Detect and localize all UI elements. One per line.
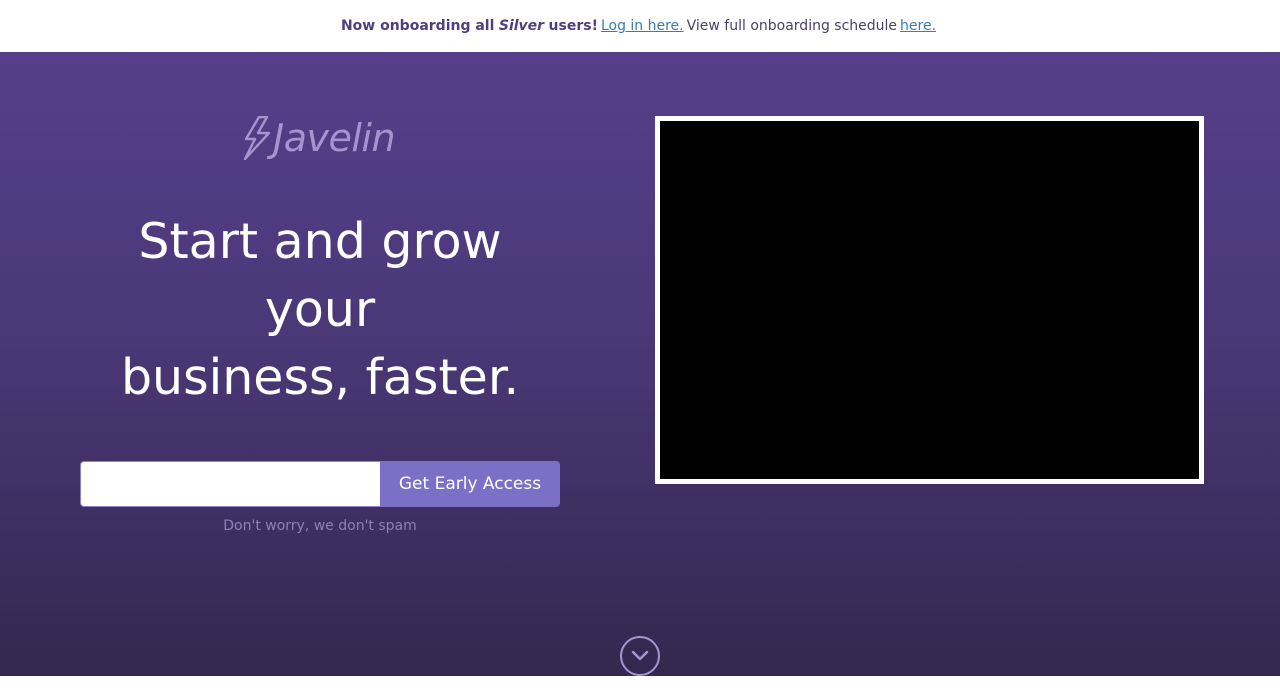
announcement-suffix: users! [548, 18, 598, 34]
no-spam-note: Don't worry, we don't spam [223, 518, 417, 534]
hero-section: Javelin Start and grow your business, fa… [0, 52, 1280, 676]
announcement-prefix: Now onboarding all [340, 18, 495, 34]
headline-line-1: Start and grow [138, 213, 502, 270]
lightning-bolt-icon [243, 116, 271, 160]
email-input[interactable] [80, 461, 380, 507]
hero-headline: Start and grow your business, faster. [80, 208, 560, 412]
get-early-access-button[interactable]: Get Early Access [380, 461, 560, 507]
scroll-down-button[interactable] [620, 636, 660, 676]
login-link[interactable]: Log in here. [601, 18, 684, 34]
announcement-tier: Silver [498, 18, 545, 34]
chevron-down-icon [631, 650, 649, 661]
brand-name: Javelin [273, 116, 396, 160]
next-section-edge [0, 676, 1280, 700]
schedule-text: View full onboarding schedule [686, 18, 898, 34]
schedule-link[interactable]: here. [900, 18, 936, 34]
headline-line-3: business, faster. [120, 349, 520, 406]
announcement-bar: Now onboarding all Silver users! Log in … [0, 0, 1280, 52]
signup-form: Get Early Access [80, 461, 560, 507]
logo[interactable]: Javelin [243, 116, 396, 160]
headline-line-2: your [264, 281, 376, 338]
video-player[interactable] [655, 116, 1204, 484]
